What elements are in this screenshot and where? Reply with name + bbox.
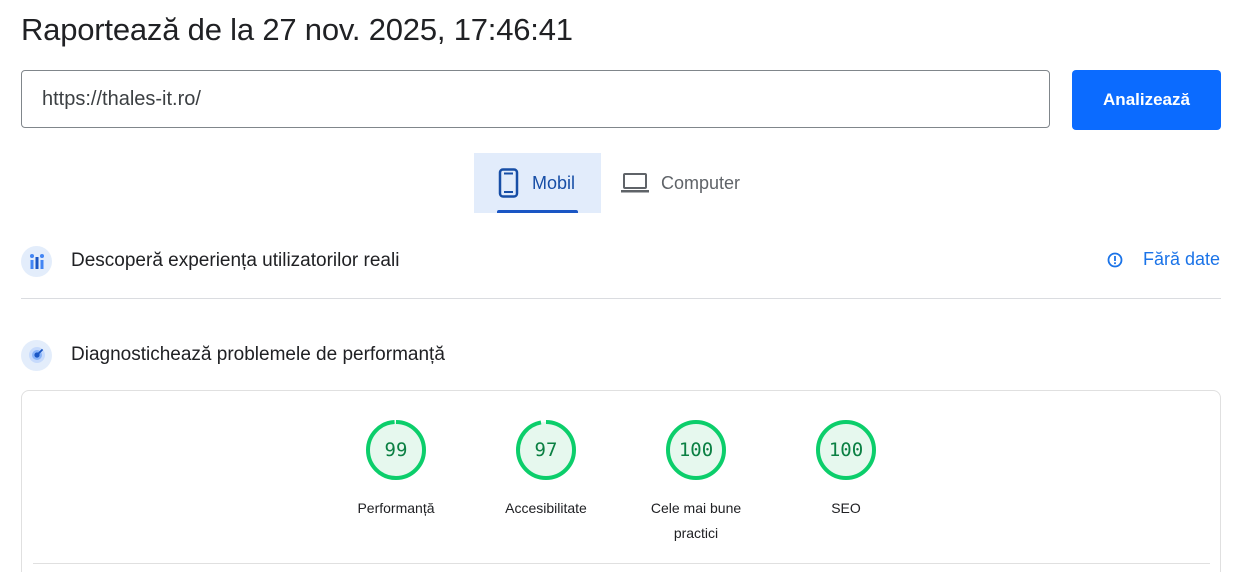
page-title: Raportează de la 27 nov. 2025, 17:46:41	[21, 12, 573, 47]
pagespeed-report: Raportează de la 27 nov. 2025, 17:46:41 …	[0, 0, 1258, 572]
score-value: 97	[534, 439, 558, 461]
score-value: 99	[384, 439, 408, 461]
score-gauge-seo[interactable]: 100 SEO	[786, 420, 906, 521]
speedometer-icon	[21, 339, 52, 371]
score-gauge-best-practices[interactable]: 100 Cele mai bune practici	[636, 420, 756, 546]
info-icon	[1106, 251, 1124, 269]
score-label: SEO	[831, 500, 861, 516]
tab-selected-indicator	[497, 210, 578, 213]
tab-mobile[interactable]: Mobil	[474, 153, 601, 213]
diagnostics-section-header: Diagnostichează problemele de performanț…	[21, 339, 1221, 371]
laptop-icon	[621, 172, 649, 194]
no-data-link[interactable]: Fără date	[1106, 249, 1220, 270]
smartphone-icon	[498, 168, 520, 198]
score-value: 100	[828, 439, 864, 461]
tab-computer[interactable]: Computer	[621, 153, 771, 213]
score-value: 100	[678, 439, 714, 461]
score-gauge-performance[interactable]: 99 Performanță	[336, 420, 456, 521]
card-divider	[33, 563, 1210, 564]
no-data-label: Fără date	[1143, 249, 1221, 269]
tab-mobile-label: Mobil	[532, 172, 576, 193]
analyze-button[interactable]: Analizează	[1072, 70, 1221, 130]
score-gauge-accessibility[interactable]: 97 Accesibilitate	[486, 420, 606, 521]
url-input[interactable]	[21, 70, 1050, 128]
users-chart-icon	[21, 245, 52, 277]
crux-section-title: Descoperă experiența utilizatorilor real…	[71, 250, 400, 271]
score-label: Performanță	[357, 500, 435, 516]
score-label: Cele mai bune practici	[650, 500, 742, 541]
diagnostics-section-title: Diagnostichează problemele de performanț…	[71, 344, 445, 365]
score-label: Accesibilitate	[505, 500, 587, 516]
scores-card	[21, 390, 1221, 572]
tab-computer-label: Computer	[661, 172, 741, 193]
section-divider	[21, 298, 1221, 299]
crux-section-header: Descoperă experiența utilizatorilor real…	[21, 245, 1221, 277]
